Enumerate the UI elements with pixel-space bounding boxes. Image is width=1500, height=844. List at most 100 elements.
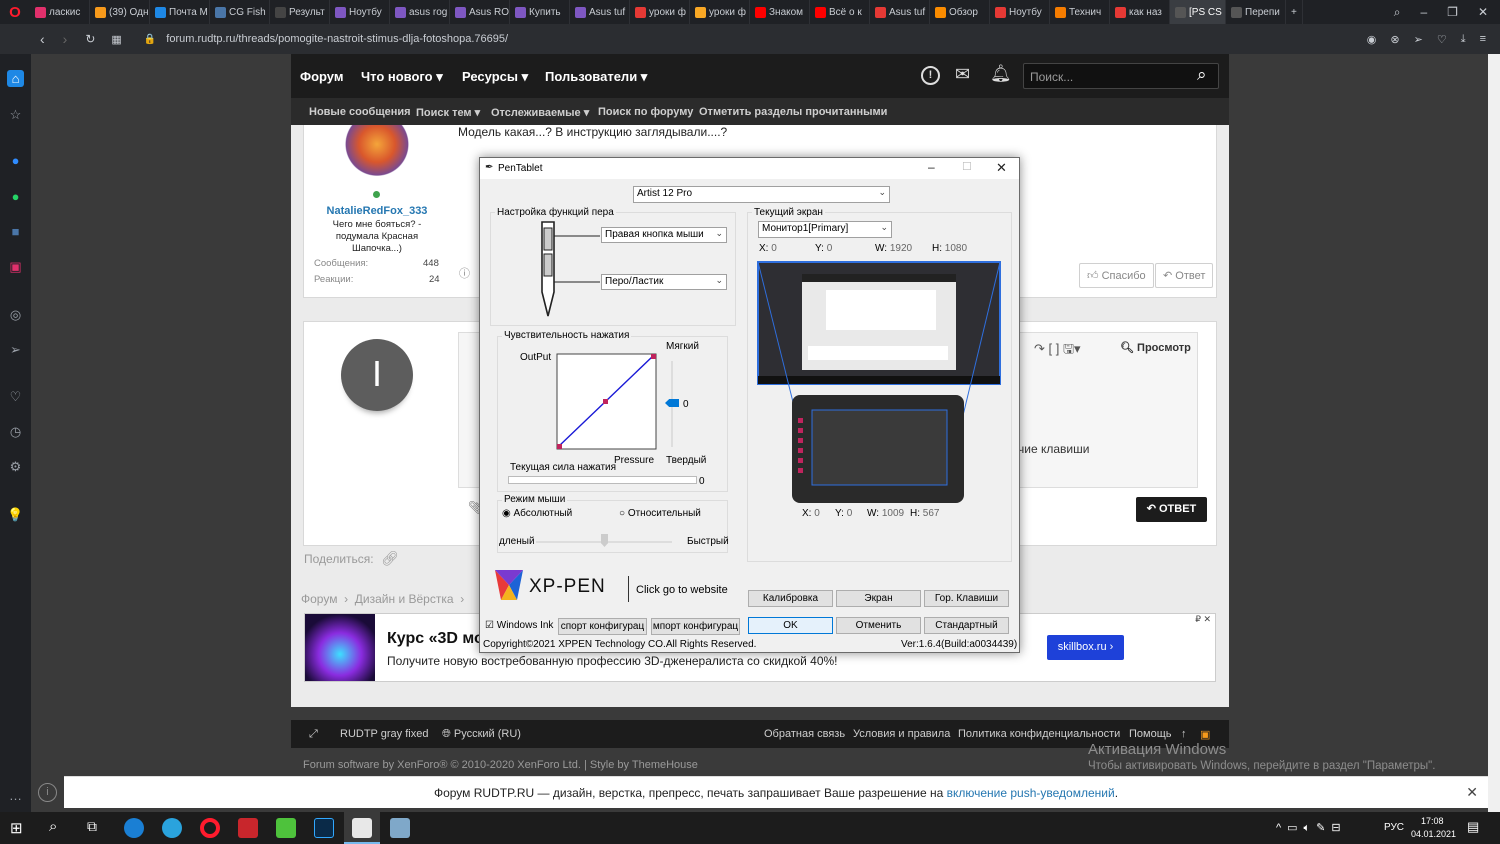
maximize-icon[interactable]: ❐	[1447, 5, 1458, 20]
info-icon[interactable]: !	[921, 66, 940, 85]
pdf-taskbar-icon[interactable]	[238, 818, 258, 838]
messenger-icon[interactable]: ●	[7, 152, 24, 169]
screen-mapping-preview[interactable]	[756, 260, 1003, 508]
flow-icon[interactable]: ➢	[7, 341, 24, 358]
send-icon[interactable]: ➢	[1414, 33, 1423, 46]
tips-icon[interactable]: 💡	[7, 506, 24, 523]
language-indicator[interactable]: РУС	[1384, 822, 1404, 833]
hotkeys-button[interactable]: Гор. Клавиши	[924, 590, 1009, 607]
pentablet-taskbar-icon[interactable]	[352, 818, 372, 838]
editor-toolbar-icons[interactable]: ↷ [ ] 🖫▾	[1034, 340, 1081, 362]
menu-icon[interactable]: ≡	[1480, 33, 1486, 46]
favorites-icon[interactable]: ♡	[7, 388, 24, 405]
pen-button1-select[interactable]: Правая кнопка мыши ⌄	[601, 227, 727, 243]
reply-button[interactable]: ↶ ОТВЕТ	[1136, 497, 1207, 522]
subnav-new-posts[interactable]: Новые сообщения	[309, 106, 411, 118]
rss-icon[interactable]: ▣	[1200, 728, 1210, 741]
subnav-mark-read[interactable]: Отметить разделы прочитанными	[699, 106, 887, 118]
browser-tab[interactable]: ласкис	[30, 0, 90, 24]
browser-tab[interactable]: Перепи	[1226, 0, 1286, 24]
website-link[interactable]: Click go to website	[636, 584, 728, 596]
calibrate-button[interactable]: Калибровка	[748, 590, 833, 607]
forward-icon[interactable]: ›	[63, 31, 68, 47]
opera-logo[interactable]: O	[0, 0, 30, 24]
tray-icons[interactable]: ^▭🔈︎✎⊟	[1276, 821, 1347, 835]
camera-icon[interactable]: ◉	[1367, 33, 1377, 46]
preview-button[interactable]: 🔍︎ Просмотр	[1120, 341, 1191, 354]
nav-users[interactable]: Пользователи ▾	[545, 69, 647, 85]
player-icon[interactable]: ◎	[7, 306, 24, 323]
subnav-search-forum[interactable]: Поиск по форуму	[598, 106, 693, 118]
new-tab-button[interactable]: +	[1286, 0, 1303, 24]
search-tabs-icon[interactable]: ⌕	[1394, 5, 1401, 20]
monitor-select[interactable]: Монитор1[Primary] ⌄	[758, 221, 892, 238]
nav-resources[interactable]: Ресурсы ▾	[462, 69, 528, 85]
telegram-taskbar-icon[interactable]	[162, 818, 182, 838]
edge-taskbar-icon[interactable]	[124, 818, 144, 838]
browser-tab[interactable]: CG Fish	[210, 0, 270, 24]
top-arrow-icon[interactable]: ↑	[1181, 728, 1187, 740]
more-icon[interactable]: …	[7, 787, 24, 804]
footer-help[interactable]: Помощь	[1129, 728, 1172, 740]
task-view-icon[interactable]: ⧉	[87, 818, 97, 835]
dialog-minimize-icon[interactable]: –	[928, 160, 935, 174]
breadcrumb-design[interactable]: Дизайн и Вёрстка	[355, 592, 454, 606]
browser-tab[interactable]: Результ	[270, 0, 330, 24]
cancel-button[interactable]: Отменить	[836, 617, 921, 634]
bell-icon[interactable]: 🔔︎	[990, 64, 1012, 84]
browser-tab[interactable]: Знаком	[750, 0, 810, 24]
xp-pen-logo[interactable]: XP-PEN	[493, 568, 623, 604]
device-select[interactable]: Artist 12 Pro ⌄	[633, 186, 890, 203]
browser-tab[interactable]: Всё о к	[810, 0, 870, 24]
vk-icon[interactable]: ■	[7, 223, 24, 240]
browser-tab[interactable]: Asus tuf	[870, 0, 930, 24]
notif-link[interactable]: включение push-уведомлений	[947, 786, 1115, 800]
expand-icon[interactable]: ⤢	[309, 728, 318, 741]
photoshop-taskbar-icon[interactable]	[314, 818, 334, 838]
app-taskbar-icon[interactable]	[276, 818, 296, 838]
settings-icon[interactable]: ⚙	[7, 458, 24, 475]
footer-terms[interactable]: Условия и правила	[853, 728, 950, 740]
action-center-icon[interactable]: ▤	[1467, 819, 1479, 835]
import-config-button[interactable]: мпорт конфигурац	[651, 618, 740, 635]
browser-tab[interactable]: [PS CS	[1170, 0, 1226, 24]
browser-tab[interactable]: (39) Одн	[90, 0, 150, 24]
window-controls[interactable]: ⌕ – ❐ ✕	[1382, 5, 1500, 20]
style-chooser[interactable]: RUDTP gray fixed	[340, 728, 428, 740]
dialog-close-icon[interactable]: ✕	[996, 160, 1007, 176]
user-avatar[interactable]	[340, 125, 414, 180]
close-icon[interactable]: ✕	[1478, 5, 1488, 20]
ok-button[interactable]: OK	[748, 617, 833, 634]
pen-button2-select[interactable]: Перо/Ластик ⌄	[601, 274, 727, 290]
ad-close-icon[interactable]: ₽ ✕	[1195, 614, 1211, 625]
export-config-button[interactable]: спорт конфигурац	[558, 618, 647, 635]
mail-icon[interactable]: ✉	[955, 64, 970, 85]
share-icon[interactable]: 🔗︎	[381, 550, 399, 567]
subnav-watched[interactable]: Отслеживаемые ▾	[491, 106, 589, 119]
browser-tab[interactable]: Asus RO	[450, 0, 510, 24]
tool-taskbar-icon[interactable]	[390, 818, 410, 838]
page-scrollbar[interactable]	[1488, 54, 1500, 812]
username[interactable]: NatalieRedFox_333	[314, 205, 440, 217]
report-icon[interactable]: ⓘ	[459, 265, 470, 281]
reply-quote-button[interactable]: ↶ Ответ	[1155, 263, 1214, 288]
search-taskbar-icon[interactable]: ⌕	[49, 818, 57, 835]
info-circle-icon[interactable]: i	[38, 783, 57, 802]
browser-tab[interactable]: asus rog	[390, 0, 450, 24]
breadcrumb-forum[interactable]: Форум	[301, 592, 337, 606]
block-icon[interactable]: ⊗	[1390, 33, 1399, 46]
relative-radio[interactable]: ○ Относительный	[619, 508, 701, 519]
download-icon[interactable]: ⤓	[1461, 33, 1466, 46]
browser-tab[interactable]: Обзор	[930, 0, 990, 24]
browser-tab[interactable]: уроки ф	[690, 0, 750, 24]
browser-tab[interactable]: Asus tuf	[570, 0, 630, 24]
tabs-grid-icon[interactable]: ▦	[111, 33, 121, 46]
nav-whats-new[interactable]: Что нового ▾	[361, 69, 443, 85]
home-icon[interactable]: ⌂	[7, 70, 24, 87]
screen-button[interactable]: Экран	[836, 590, 921, 607]
instagram-icon[interactable]: ▣	[7, 258, 24, 275]
notif-close-icon[interactable]: ✕	[1466, 784, 1478, 801]
language-chooser[interactable]: 🌐︎ Русский (RU)	[442, 728, 521, 741]
start-icon[interactable]: ⊞	[10, 819, 23, 837]
url-field[interactable]: forum.rudtp.ru/threads/pomogite-nastroit…	[166, 33, 508, 45]
